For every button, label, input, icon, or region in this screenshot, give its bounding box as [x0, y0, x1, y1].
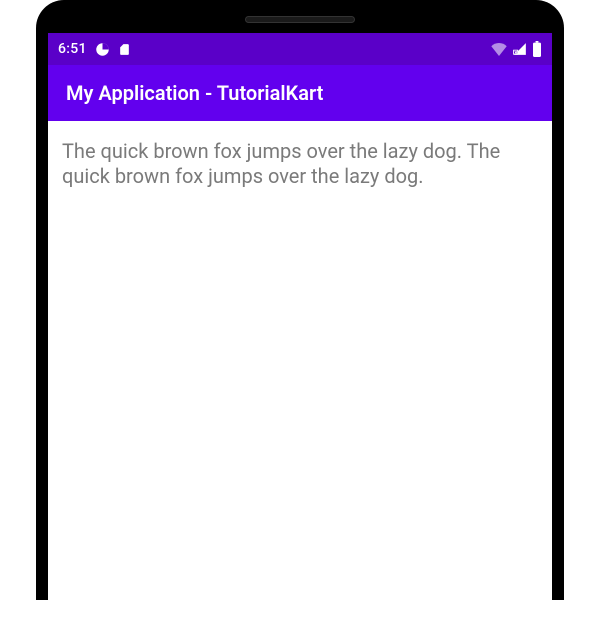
status-bar: 6:51: [48, 33, 552, 65]
app-title: My Application - TutorialKart: [66, 81, 323, 105]
status-bar-left: 6:51: [58, 41, 131, 57]
content-area: The quick brown fox jumps over the lazy …: [48, 121, 552, 619]
sd-card-icon: [118, 42, 131, 57]
device-screen: 6:51: [48, 33, 552, 619]
wifi-icon: [490, 42, 508, 56]
device-speaker: [245, 16, 355, 23]
battery-icon: [532, 41, 542, 57]
status-clock: 6:51: [58, 41, 87, 57]
app-bar: My Application - TutorialKart: [48, 65, 552, 121]
status-bar-right: [490, 41, 542, 57]
cellular-signal-icon: [512, 42, 528, 56]
notification-icon: [95, 42, 110, 57]
device-frame: 6:51: [36, 0, 564, 600]
body-text: The quick brown fox jumps over the lazy …: [62, 139, 538, 189]
